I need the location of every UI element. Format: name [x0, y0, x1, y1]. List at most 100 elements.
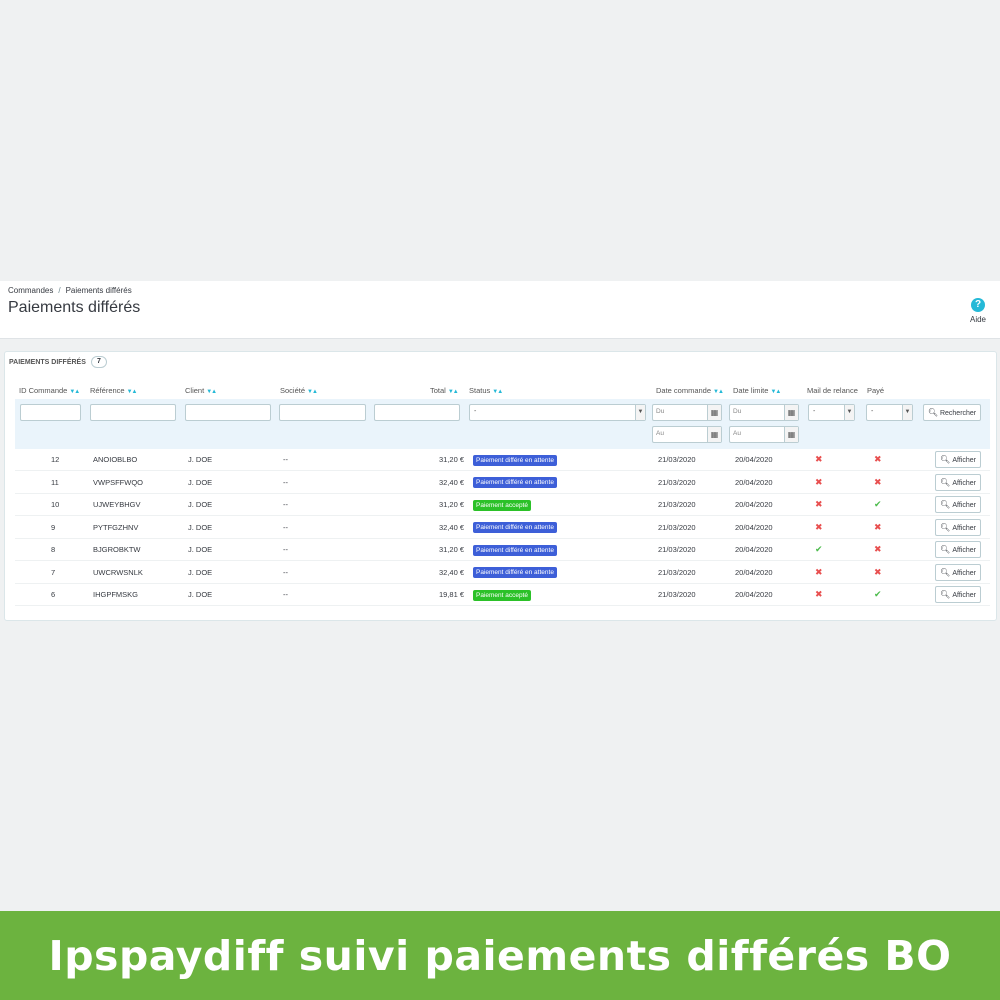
cell-date-limite: 20/04/2020 [735, 590, 773, 599]
date-from-placeholder: Du [656, 408, 665, 415]
cell-reference: ANOIOBLBO [93, 455, 138, 464]
column-header-id: ID Commande ▼▲ [19, 386, 80, 395]
status-badge: Paiement accepté [473, 499, 532, 511]
table-row: 11 VWPSFFWQO J. DOE -- 21/03/2020 20/04/2020 3… [15, 472, 990, 494]
cell-client: J. DOE [188, 545, 213, 554]
cross-icon: ✖ [815, 521, 823, 532]
view-button[interactable]: 🔍︎ Afficher [935, 473, 981, 491]
filter-total-input[interactable] [374, 404, 460, 421]
page-header: Commandes / Paiements différés Paiements d… [0, 281, 1000, 339]
calendar-icon[interactable]: ▦ [707, 427, 721, 442]
table-row: 7 UWCRWSNLK J. DOE -- 21/03/2020 20/04/2020 32… [15, 562, 990, 584]
view-button[interactable]: 🔍︎ Afficher [935, 563, 981, 581]
table-row: 12 ANOIOBLBO J. DOE -- 21/03/2020 20/04/2020 3… [15, 449, 990, 471]
filter-date-limite-to[interactable]: Au ▦ [729, 426, 799, 443]
search-icon: 🔍︎ [927, 408, 938, 417]
sort-icon[interactable]: ▼▲ [448, 389, 459, 395]
view-button[interactable]: 🔍︎ Afficher [935, 451, 981, 468]
sort-icon[interactable]: ▼▲ [127, 389, 138, 395]
help-icon: ? [971, 298, 985, 312]
page-title: Paiements différés [8, 299, 141, 316]
breadcrumb-commandes[interactable]: Commandes [8, 286, 53, 295]
cell-societe: -- [283, 545, 288, 554]
cell-societe: -- [283, 567, 288, 577]
status-badge: Paiement différé en attente [473, 454, 557, 466]
calendar-icon[interactable]: ▦ [784, 427, 798, 442]
calendar-icon[interactable]: ▦ [784, 405, 798, 420]
breadcrumb-separator: / [58, 286, 61, 295]
help-button[interactable]: ? Aide [963, 294, 993, 324]
search-button[interactable]: 🔍︎ Rechercher [923, 404, 981, 421]
view-button[interactable]: 🔍︎ Afficher [935, 586, 981, 603]
sort-icon[interactable]: ▼▲ [713, 389, 724, 395]
column-header-status: Status ▼▲ [469, 386, 503, 395]
sort-icon[interactable]: ▼▲ [492, 389, 503, 395]
cell-total: 32,40 € [438, 567, 464, 577]
cell-date-limite: 20/04/2020 [735, 455, 773, 464]
filter-date-commande-to[interactable]: Au ▦ [652, 426, 722, 443]
column-header-societe: Société ▼▲ [280, 386, 318, 395]
sort-icon[interactable]: ▼▲ [69, 389, 80, 395]
filter-mail-select[interactable]: - ▼ [808, 404, 855, 421]
zoom-icon: 🔍︎ [940, 455, 953, 464]
cross-icon: ✖ [815, 476, 823, 487]
cell-status: Paiement différé en attente [473, 517, 557, 539]
view-button-label: Afficher [952, 479, 976, 487]
column-header-client-label: Client [185, 386, 205, 395]
filter-societe-input[interactable] [279, 404, 366, 421]
cross-icon: ✖ [874, 566, 882, 577]
cell-date-commande: 21/03/2020 [658, 455, 696, 464]
view-button-label: Afficher [952, 569, 976, 577]
zoom-icon: 🔍︎ [940, 522, 953, 532]
filter-paye-select[interactable]: - ▼ [866, 404, 913, 421]
calendar-icon[interactable]: ▦ [707, 405, 721, 420]
filter-date-commande-from[interactable]: Du ▦ [652, 404, 722, 421]
sort-icon[interactable]: ▼▲ [307, 389, 318, 395]
breadcrumb-paiements-differes[interactable]: Paiements différés [66, 286, 132, 295]
cell-date-commande: 21/03/2020 [658, 590, 696, 599]
status-badge: Paiement accepté [473, 589, 532, 601]
cell-date-commande: 21/03/2020 [658, 522, 696, 532]
cell-total: 32,40 € [438, 522, 464, 532]
filter-status-value: - [474, 408, 477, 415]
chevron-down-icon: ▼ [902, 405, 912, 420]
cell-client: J. DOE [188, 567, 213, 577]
view-button[interactable]: 🔍︎ Afficher [935, 541, 981, 558]
cell-id: 11 [51, 477, 59, 487]
cell-total: 31,20 € [438, 545, 464, 554]
cell-status: Paiement différé en attente [473, 539, 557, 561]
cell-societe: -- [283, 455, 288, 464]
view-button-label: Afficher [952, 547, 976, 554]
cell-reference: PYTFGZHNV [93, 522, 139, 532]
filter-paye-value: - [871, 408, 874, 415]
sort-icon[interactable]: ▼▲ [206, 389, 217, 395]
cell-status: Paiement différé en attente [473, 449, 557, 471]
view-button[interactable]: 🔍︎ Afficher [935, 496, 981, 513]
column-header-client: Client ▼▲ [185, 386, 217, 395]
filter-status-select[interactable]: - ▼ [469, 404, 646, 421]
chevron-down-icon: ▼ [844, 405, 854, 420]
filter-reference-input[interactable] [90, 404, 176, 421]
filter-date-limite-from[interactable]: Du ▦ [729, 404, 799, 421]
cell-status: Paiement accepté [473, 494, 532, 516]
cell-reference: BJGROBKTW [93, 545, 141, 554]
status-badge: Paiement différé en attente [473, 477, 557, 489]
cell-client: J. DOE [188, 455, 213, 464]
zoom-icon: 🔍︎ [940, 545, 953, 554]
view-button[interactable]: 🔍︎ Afficher [935, 518, 981, 536]
cell-date-limite: 20/04/2020 [735, 522, 773, 532]
column-header-societe-label: Société [280, 386, 306, 395]
banner-title: Ipspaydiff suivi paiements différés BO [48, 931, 952, 980]
column-header-id-label: ID Commande [19, 386, 68, 395]
view-button-label: Afficher [952, 502, 976, 509]
cell-reference: UJWEYBHGV [93, 500, 141, 509]
cell-date-limite: 20/04/2020 [735, 477, 773, 487]
status-badge: Paiement différé en attente [473, 522, 557, 534]
cell-date-commande: 21/03/2020 [658, 477, 696, 487]
cell-id: 6 [51, 590, 56, 599]
view-button-label: Afficher [952, 524, 976, 532]
column-header-date-limite: Date limite ▼▲ [733, 386, 781, 395]
sort-icon[interactable]: ▼▲ [770, 389, 781, 395]
filter-id-input[interactable] [20, 404, 81, 421]
filter-client-input[interactable] [185, 404, 271, 421]
